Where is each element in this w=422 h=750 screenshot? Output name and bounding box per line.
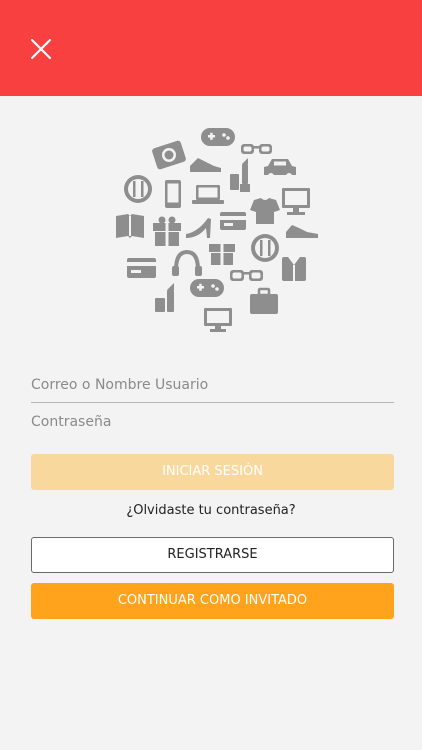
continue-as-guest-button[interactable]: CONTINUAR COMO INVITADO (31, 583, 394, 619)
gift-icon-2 (209, 244, 235, 265)
register-button[interactable]: REGISTRARSE (31, 537, 394, 573)
credit-card-icon (220, 212, 246, 230)
forgot-password-link[interactable]: ¿Olvidaste tu contraseña? (0, 503, 422, 518)
gift-icon (153, 216, 181, 246)
shirt-icon (282, 257, 306, 281)
gamepad-icon (201, 128, 235, 146)
top-bar (0, 0, 422, 96)
close-button[interactable] (26, 34, 56, 64)
glasses-icon (241, 144, 272, 154)
headphones-icon (172, 250, 202, 276)
lipstick-icon (230, 158, 250, 192)
smartphone-icon (165, 180, 181, 208)
sneaker-icon (190, 158, 221, 172)
dinner-plate-icon (124, 175, 152, 203)
login-button[interactable]: INICIAR SESIÓN (31, 454, 394, 490)
monitor-icon-2 (204, 308, 232, 332)
glasses-icon-2 (230, 270, 263, 281)
tshirt-icon (250, 198, 280, 224)
gamepad-icon-2 (190, 279, 224, 297)
lipstick-icon-2 (155, 283, 174, 312)
credit-card-icon-2 (127, 258, 156, 278)
suitcase-icon (250, 287, 278, 314)
laptop-icon (192, 185, 224, 204)
username-input[interactable] (31, 367, 394, 403)
dinner-plate-icon-2 (251, 234, 279, 262)
shopping-categories-icon-cluster (116, 128, 318, 332)
sneaker-icon-2 (286, 225, 318, 238)
book-icon (116, 214, 144, 238)
close-icon (30, 38, 52, 60)
monitor-icon (282, 188, 310, 215)
camera-icon (152, 140, 186, 170)
car-icon (264, 159, 296, 179)
password-input[interactable] (31, 404, 394, 440)
shopping-categories-illustration (110, 122, 330, 337)
high-heel-icon (186, 218, 211, 238)
